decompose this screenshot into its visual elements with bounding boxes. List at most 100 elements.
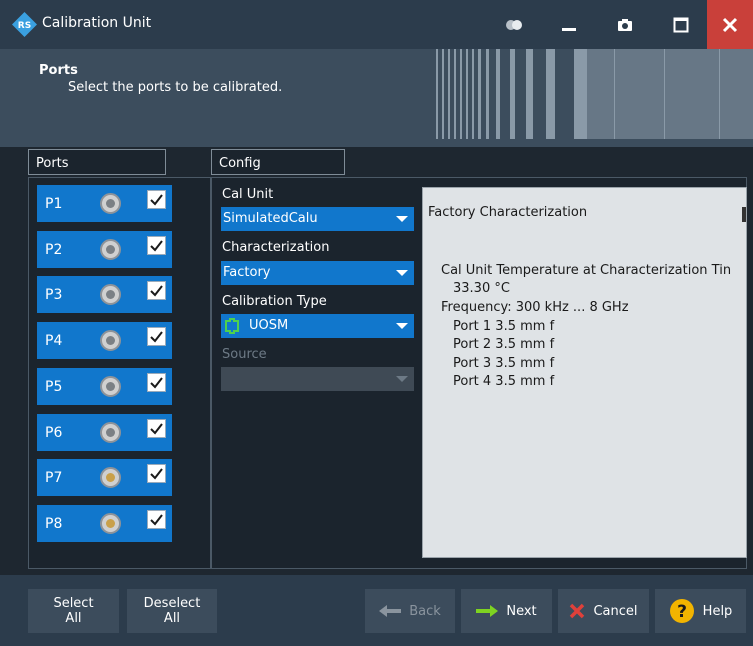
svg-text:?: ? [677,602,687,622]
back-label: Back [409,603,441,619]
close-button[interactable] [707,0,753,49]
svg-text:RS: RS [18,21,31,31]
cancel-label: Cancel [593,603,638,619]
arrow-left-icon [379,605,402,617]
connector-icon [100,284,121,305]
minimize-icon [562,27,576,31]
next-button[interactable]: Next [461,589,552,633]
port-label: P1 [45,196,63,212]
select-all-button[interactable]: Select All [28,589,119,633]
connector-icon [100,376,121,397]
maximize-icon [673,17,689,32]
port-label: P8 [45,516,63,532]
info-line: Port 2 3.5 mm f [453,337,555,352]
port-label: P5 [45,379,63,395]
connector-icon [100,422,121,443]
deselect-all-label-1: Deselect [143,596,201,611]
rohde-schwarz-logo-icon: RS [12,12,37,37]
calibration-type-label: Calibration Type [222,294,327,309]
checkmark-icon [150,285,163,297]
window-title: Calibration Unit [42,15,152,31]
port-checkbox[interactable] [147,327,166,346]
info-line: Frequency: 300 kHz ... 8 GHz [441,300,629,315]
minimize-button[interactable] [549,0,589,49]
checkmark-icon [150,331,163,343]
checkmark-icon [150,240,163,252]
back-button[interactable]: Back [365,589,455,633]
checkmark-icon [150,194,163,206]
port-checkbox[interactable] [147,419,166,438]
checkmark-icon [150,377,163,389]
port-checkbox[interactable] [147,464,166,483]
connector-icon [100,239,121,260]
help-icon: ? [669,599,694,623]
select-all-label-2: All [65,611,82,626]
chevron-down-icon [396,216,408,222]
port-label: P3 [45,287,63,303]
info-line: Port 1 3.5 mm f [453,319,555,334]
toggle-icon [506,19,522,30]
scroll-marker [742,207,746,222]
info-line: Port 4 3.5 mm f [453,374,555,389]
info-line: 33.30 °C [453,281,510,296]
port-checkbox[interactable] [147,236,166,255]
ports-panel: P1 P2 P3 P4 P5 P6 P7 P8 [28,177,211,569]
port-label: P4 [45,333,63,349]
connector-icon [100,193,121,214]
ports-section-header: Ports [28,149,166,175]
info-line: Factory Characterization [428,205,588,220]
cancel-x-icon [570,603,585,619]
port-label: P7 [45,470,63,486]
calibration-type-dropdown[interactable]: UOSM [221,314,414,338]
port-row[interactable]: P1 [37,185,172,222]
connector-icon [100,467,121,488]
port-label: P2 [45,242,63,258]
cal-unit-dropdown[interactable]: SimulatedCalu [221,207,414,231]
info-line: Cal Unit Temperature at Characterization… [441,263,732,278]
display-toggle-button[interactable] [494,0,534,49]
characterization-info-box: Factory Characterization Cal Unit Temper… [422,187,747,558]
config-panel: Cal Unit SimulatedCalu Characterization … [211,177,747,569]
port-checkbox[interactable] [147,510,166,529]
decorative-stripes [436,49,753,139]
step-description: Select the ports to be calibrated. [68,80,283,95]
chevron-down-icon [396,323,408,329]
port-row[interactable]: P2 [37,231,172,268]
characterization-dropdown[interactable]: Factory [221,261,414,285]
checkmark-icon [150,514,163,526]
port-checkbox[interactable] [147,190,166,209]
help-button[interactable]: ? Help [655,589,746,633]
port-checkbox[interactable] [147,281,166,300]
select-all-label-1: Select [53,596,94,611]
camera-icon [618,18,632,31]
cancel-button[interactable]: Cancel [558,589,649,633]
source-label: Source [222,347,267,362]
wizard-header: Ports Select the ports to be calibrated. [0,49,753,147]
config-section-header: Config [211,149,345,175]
port-row[interactable]: P5 [37,368,172,405]
maximize-button[interactable] [661,0,701,49]
port-row[interactable]: P6 [37,414,172,451]
screenshot-button[interactable] [605,0,645,49]
step-title: Ports [39,63,78,78]
port-row[interactable]: P7 [37,459,172,496]
source-dropdown[interactable] [221,367,414,391]
help-label: Help [702,603,733,619]
title-bar: RS Calibration Unit [0,0,753,49]
port-label: P6 [45,425,63,441]
calibration-type-value: UOSM [249,318,289,333]
wizard-footer: Select All Deselect All Back Next Cancel… [0,575,753,646]
info-line: Port 3 3.5 mm f [453,356,555,371]
characterization-value: Factory [223,265,271,280]
port-row[interactable]: P3 [37,276,172,313]
deselect-all-button[interactable]: Deselect All [127,589,217,633]
port-checkbox[interactable] [147,373,166,392]
chevron-down-icon [396,376,408,382]
port-row[interactable]: P8 [37,505,172,542]
deselect-all-label-2: All [163,611,181,626]
uosm-icon [225,318,239,334]
arrow-right-icon [476,605,499,617]
checkmark-icon [150,423,163,435]
port-row[interactable]: P4 [37,322,172,359]
chevron-down-icon [396,270,408,276]
